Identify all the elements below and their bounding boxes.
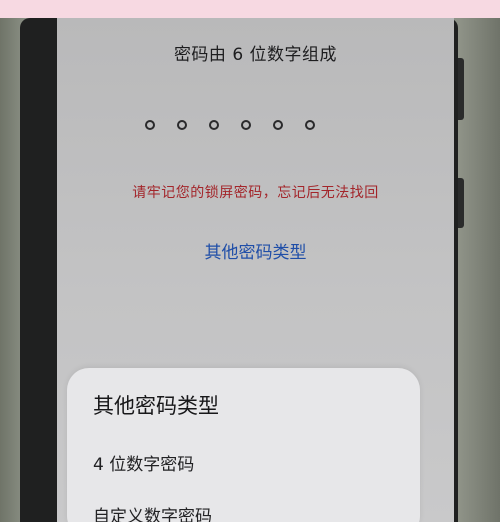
phone-screen: 密码由 6 位数字组成 请牢记您的锁屏密码，忘记后无法找回 其他密码类型 其他密… (57, 18, 454, 522)
option-custom-numeric[interactable]: 自定义数字密码 (93, 502, 212, 522)
volume-button (458, 58, 464, 120)
other-password-types-link[interactable]: 其他密码类型 (57, 238, 454, 263)
option-4-digit[interactable]: 4 位数字密码 (93, 450, 194, 475)
sheet-title: 其他密码类型 (93, 394, 219, 418)
power-button (458, 178, 464, 228)
passcode-dot (273, 120, 283, 130)
password-instruction: 密码由 6 位数字组成 (173, 45, 338, 65)
passcode-dots (145, 120, 315, 130)
passcode-dot (177, 120, 187, 130)
passcode-dot (209, 120, 219, 130)
warning-text: 请牢记您的锁屏密码，忘记后无法找回 (132, 185, 379, 201)
password-type-sheet: 其他密码类型 4 位数字密码 自定义数字密码 (67, 368, 420, 522)
passcode-dot (305, 120, 315, 130)
passcode-dot (145, 120, 155, 130)
passcode-dot (241, 120, 251, 130)
photo-background: 密码由 6 位数字组成 请牢记您的锁屏密码，忘记后无法找回 其他密码类型 其他密… (0, 18, 500, 522)
phone-frame: 密码由 6 位数字组成 请牢记您的锁屏密码，忘记后无法找回 其他密码类型 其他密… (20, 18, 464, 522)
